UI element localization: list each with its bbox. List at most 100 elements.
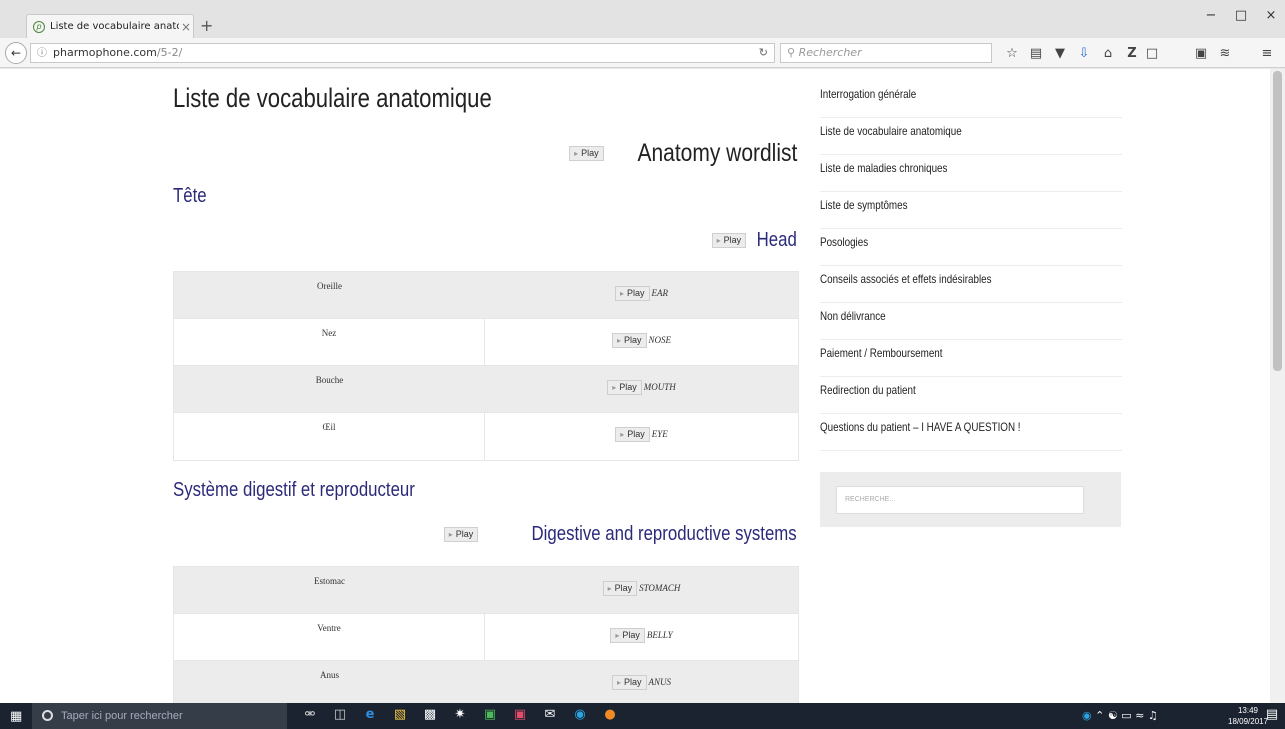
address-bar[interactable]: ⓘ pharmophone.com/5-2/ ↻	[30, 43, 775, 63]
english-word: EAR	[651, 288, 669, 298]
section-english-title: Digestive and reproductive systems	[531, 523, 797, 545]
page-icon[interactable]: □	[1143, 46, 1161, 61]
store-icon[interactable]: ▩	[420, 707, 440, 725]
zotero-icon[interactable]: Z	[1123, 46, 1141, 61]
french-word: Ventre	[174, 614, 485, 660]
section-english-heading: ▸ Play Digestive and reproductive systems	[443, 523, 797, 546]
taskbar: ▦ Taper ici pour rechercher ⚮ ◫ e ▧ ▩ ✷ …	[0, 703, 1285, 729]
english-cell: ▸ Play MOUTH	[485, 366, 798, 412]
firefox-icon[interactable]: ●	[600, 707, 620, 725]
section-english-heading: ▸ Play Head	[711, 229, 797, 252]
app-mail-icon[interactable]: ✉	[540, 707, 560, 725]
app-icon[interactable]: ✷	[450, 707, 470, 725]
chevron-up-icon[interactable]: ⌃	[1095, 709, 1104, 722]
screenshot-icon[interactable]: ▣	[1192, 46, 1210, 61]
play-button[interactable]: ▸ Play	[443, 527, 479, 542]
speaker-icon: ▸	[607, 584, 612, 593]
sidebar-item-paiement[interactable]: Paiement / Remboursement	[820, 340, 1122, 377]
windows-start-icon[interactable]: ▦	[10, 709, 22, 724]
french-word: Bouche	[315, 375, 344, 385]
network-icon[interactable]: ☯	[1108, 709, 1118, 722]
french-word: Oreille	[317, 281, 342, 291]
volume-icon[interactable]: ♫	[1148, 709, 1158, 722]
back-arrow-icon[interactable]: ←	[5, 42, 27, 64]
edge-icon[interactable]: e	[360, 707, 380, 725]
bookmark-star-icon[interactable]: ☆	[1003, 46, 1021, 61]
home-icon[interactable]: ⌂	[1099, 46, 1117, 61]
sidebar-item-redirection[interactable]: Redirection du patient	[820, 377, 1122, 414]
sidebar-search-input[interactable]: RECHERCHE...	[836, 486, 1084, 514]
table-row: Œil ▸ Play EYE	[174, 413, 798, 460]
extension-icon[interactable]: ≋	[1216, 46, 1234, 61]
french-word: Estomac	[314, 576, 345, 586]
sidebar-item-vocabulaire[interactable]: Liste de vocabulaire anatomique	[820, 118, 1122, 155]
sidebar-item-maladies[interactable]: Liste de maladies chroniques	[820, 155, 1122, 192]
reading-list-icon[interactable]: ▤	[1027, 46, 1045, 61]
sidebar-item-non-delivrance[interactable]: Non délivrance	[820, 303, 1122, 340]
url-path: /5-2/	[156, 46, 183, 59]
info-icon[interactable]: ⓘ	[37, 48, 47, 59]
english-cell: ▸ Play NOSE	[485, 319, 798, 365]
sidebar-item-interrogation[interactable]: Interrogation générale	[820, 81, 1122, 118]
table-row: Anus ▸ Play ANUS	[174, 661, 798, 703]
cortana-icon	[42, 710, 53, 721]
scrollbar-thumb[interactable]	[1273, 71, 1282, 371]
speaker-icon: ▸	[716, 236, 721, 245]
play-button[interactable]: ▸ Play	[611, 675, 647, 690]
table-row: Estomac ▸ Play STOMACH	[174, 567, 798, 614]
english-subtitle: Anatomy wordlist	[637, 139, 797, 167]
download-icon[interactable]: ⇩	[1075, 46, 1093, 61]
reload-icon[interactable]: ↻	[759, 44, 768, 62]
task-view-icon[interactable]: ◫	[330, 707, 350, 725]
table-row: Bouche ▸ Play MOUTH	[174, 366, 798, 413]
system-tray: ◉ ⌃ ☯ ▭ ≈ ♫	[1082, 703, 1158, 729]
sidebar-item-symptomes[interactable]: Liste de symptômes	[820, 192, 1122, 229]
english-word: STOMACH	[639, 583, 681, 593]
close-window-button[interactable]: ×	[1256, 8, 1285, 23]
menu-icon[interactable]: ≡	[1258, 46, 1276, 61]
play-button[interactable]: ▸ Play	[607, 380, 642, 395]
app-green-icon[interactable]: ▣	[480, 707, 500, 725]
section-english-title: Head	[756, 229, 797, 251]
battery-icon[interactable]: ▭	[1121, 709, 1131, 722]
speaker-icon: ▸	[448, 530, 453, 539]
new-tab-button[interactable]: +	[200, 16, 213, 35]
pocket-icon[interactable]: ▼	[1051, 46, 1069, 61]
skype-icon[interactable]: ◉	[570, 707, 590, 725]
play-button[interactable]: ▸ Play	[602, 581, 638, 596]
notifications-icon[interactable]: ▤	[1262, 707, 1282, 725]
browser-tab[interactable]: p Liste de vocabulaire anatom ×	[26, 14, 194, 38]
app-red-icon[interactable]: ▣	[510, 707, 530, 725]
help-icon[interactable]: ◉	[1082, 709, 1092, 722]
sidebar-item-posologies[interactable]: Posologies	[820, 229, 1122, 266]
english-word: MOUTH	[643, 382, 676, 392]
english-cell: ▸ Play BELLY	[485, 614, 798, 660]
microphone-icon[interactable]: ⚮	[300, 707, 320, 725]
taskbar-search-input[interactable]: Taper ici pour rechercher	[32, 703, 287, 729]
play-button[interactable]: ▸ Play	[569, 146, 604, 161]
speaker-icon: ▸	[615, 631, 620, 640]
english-cell: ▸ Play STOMACH	[485, 567, 798, 613]
web-page: Liste de vocabulaire anatomique ▸ Play An…	[0, 69, 1285, 703]
tab-bar: p Liste de vocabulaire anatom × + − □ ×	[0, 0, 1285, 38]
file-explorer-icon[interactable]: ▧	[390, 707, 410, 725]
sidebar-item-conseils[interactable]: Conseils associés et effets indésirables	[820, 266, 1122, 303]
french-word: Nez	[174, 319, 485, 365]
browser-search-input[interactable]: ⚲ Rechercher	[780, 43, 992, 63]
play-button[interactable]: ▸ Play	[610, 628, 645, 643]
minimize-button[interactable]: −	[1196, 8, 1226, 23]
page-title: Liste de vocabulaire anatomique	[173, 83, 492, 113]
english-cell: ▸ Play EAR	[485, 272, 798, 318]
play-button[interactable]: ▸ Play	[611, 333, 647, 348]
english-cell: ▸ Play EYE	[485, 413, 798, 460]
sidebar-nav: Interrogation générale Liste de vocabula…	[820, 81, 1122, 451]
maximize-button[interactable]: □	[1226, 8, 1256, 23]
play-button[interactable]: ▸ Play	[711, 233, 747, 248]
wifi-icon[interactable]: ≈	[1135, 709, 1144, 722]
play-button[interactable]: ▸ Play	[614, 286, 650, 301]
page-scrollbar[interactable]	[1270, 69, 1285, 703]
sidebar-item-questions[interactable]: Questions du patient – I HAVE A QUESTION…	[820, 414, 1122, 451]
table-row: Ventre ▸ Play BELLY	[174, 614, 798, 661]
close-tab-icon[interactable]: ×	[179, 20, 193, 34]
play-button[interactable]: ▸ Play	[615, 427, 650, 442]
